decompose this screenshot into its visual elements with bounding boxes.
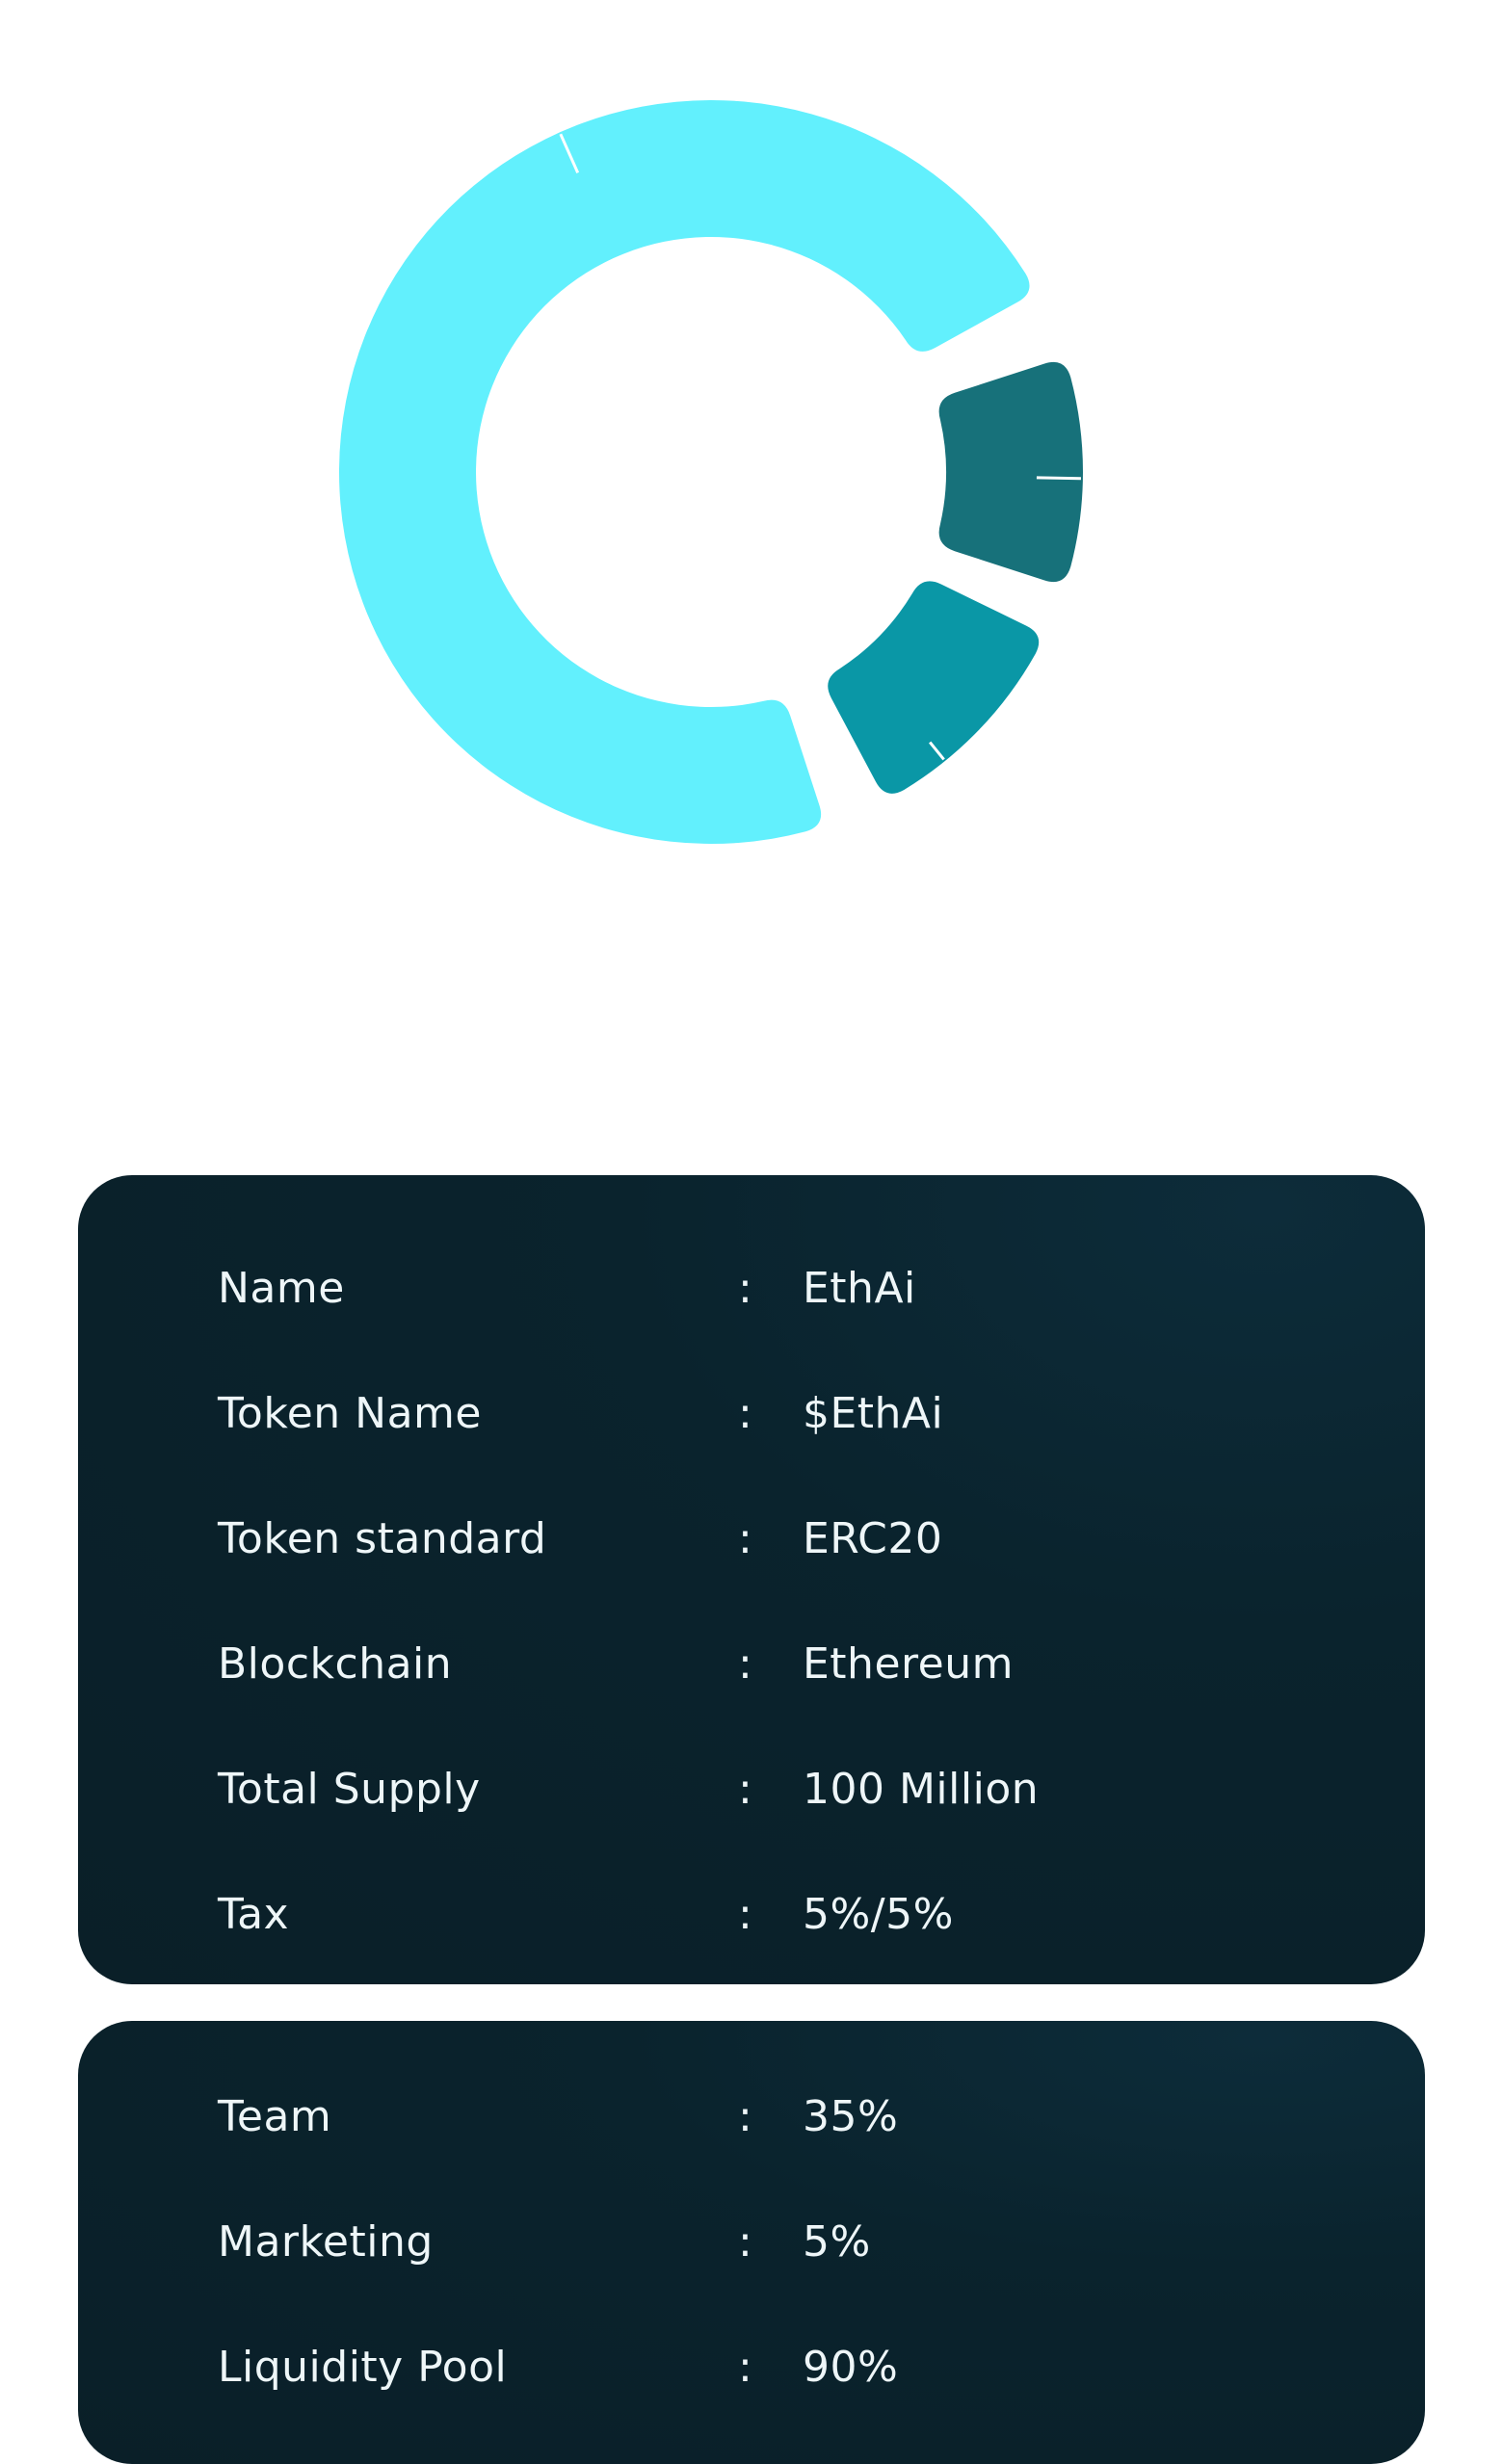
row-label: Team bbox=[218, 2092, 332, 2141]
row-separator: : bbox=[738, 2343, 753, 2392]
row-separator: : bbox=[738, 1514, 753, 1563]
row-value: 90% bbox=[803, 2343, 899, 2392]
donut-chart-svg bbox=[339, 99, 1083, 844]
row-value: EthAi bbox=[803, 1264, 916, 1313]
row-label: Marketing bbox=[218, 2217, 434, 2267]
row-separator: : bbox=[738, 1639, 753, 1689]
row-label: Token standard bbox=[218, 1514, 547, 1563]
allocation-card: Team : 35% Marketing : 5% Liquidity Pool… bbox=[78, 2021, 1425, 2464]
row-separator: : bbox=[738, 2217, 753, 2267]
row-separator: : bbox=[738, 1389, 753, 1438]
token-info-row-total-supply: Total Supply : 100 Million bbox=[78, 1761, 1425, 1819]
allocation-row-liquidity-pool: Liquidity Pool : 90% bbox=[78, 2339, 1425, 2397]
row-value: 5%/5% bbox=[803, 1890, 954, 1939]
row-separator: : bbox=[738, 2092, 753, 2141]
row-value: $EthAi bbox=[803, 1389, 944, 1438]
row-label: Blockchain bbox=[218, 1639, 453, 1689]
row-value: ERC20 bbox=[803, 1514, 943, 1563]
token-info-row-blockchain: Blockchain : Ethereum bbox=[78, 1636, 1425, 1693]
donut-slice-marketing bbox=[828, 581, 1040, 794]
row-value: 35% bbox=[803, 2092, 899, 2141]
allocation-row-team: Team : 35% bbox=[78, 2088, 1425, 2146]
token-info-row-name: Name : EthAi bbox=[78, 1260, 1425, 1318]
allocation-row-marketing: Marketing : 5% bbox=[78, 2214, 1425, 2271]
row-value: 5% bbox=[803, 2217, 871, 2267]
token-info-row-token-name: Token Name : $EthAi bbox=[78, 1385, 1425, 1443]
row-value: Ethereum bbox=[803, 1639, 1014, 1689]
row-label: Token Name bbox=[218, 1389, 482, 1438]
row-separator: : bbox=[738, 1264, 753, 1313]
donut-tick-1 bbox=[1036, 476, 1081, 481]
token-info-row-token-standard: Token standard : ERC20 bbox=[78, 1510, 1425, 1568]
token-info-row-tax: Tax : 5%/5% bbox=[78, 1886, 1425, 1944]
donut-chart bbox=[0, 0, 1503, 963]
row-label: Tax bbox=[218, 1890, 290, 1939]
row-label: Total Supply bbox=[218, 1765, 481, 1814]
row-separator: : bbox=[738, 1765, 753, 1814]
row-label: Liquidity Pool bbox=[218, 2343, 508, 2392]
row-separator: : bbox=[738, 1890, 753, 1939]
row-label: Name bbox=[218, 1264, 345, 1313]
row-value: 100 Million bbox=[803, 1765, 1040, 1814]
donut-slice-team bbox=[938, 361, 1083, 583]
token-info-card: Name : EthAi Token Name : $EthAi Token s… bbox=[78, 1175, 1425, 1984]
